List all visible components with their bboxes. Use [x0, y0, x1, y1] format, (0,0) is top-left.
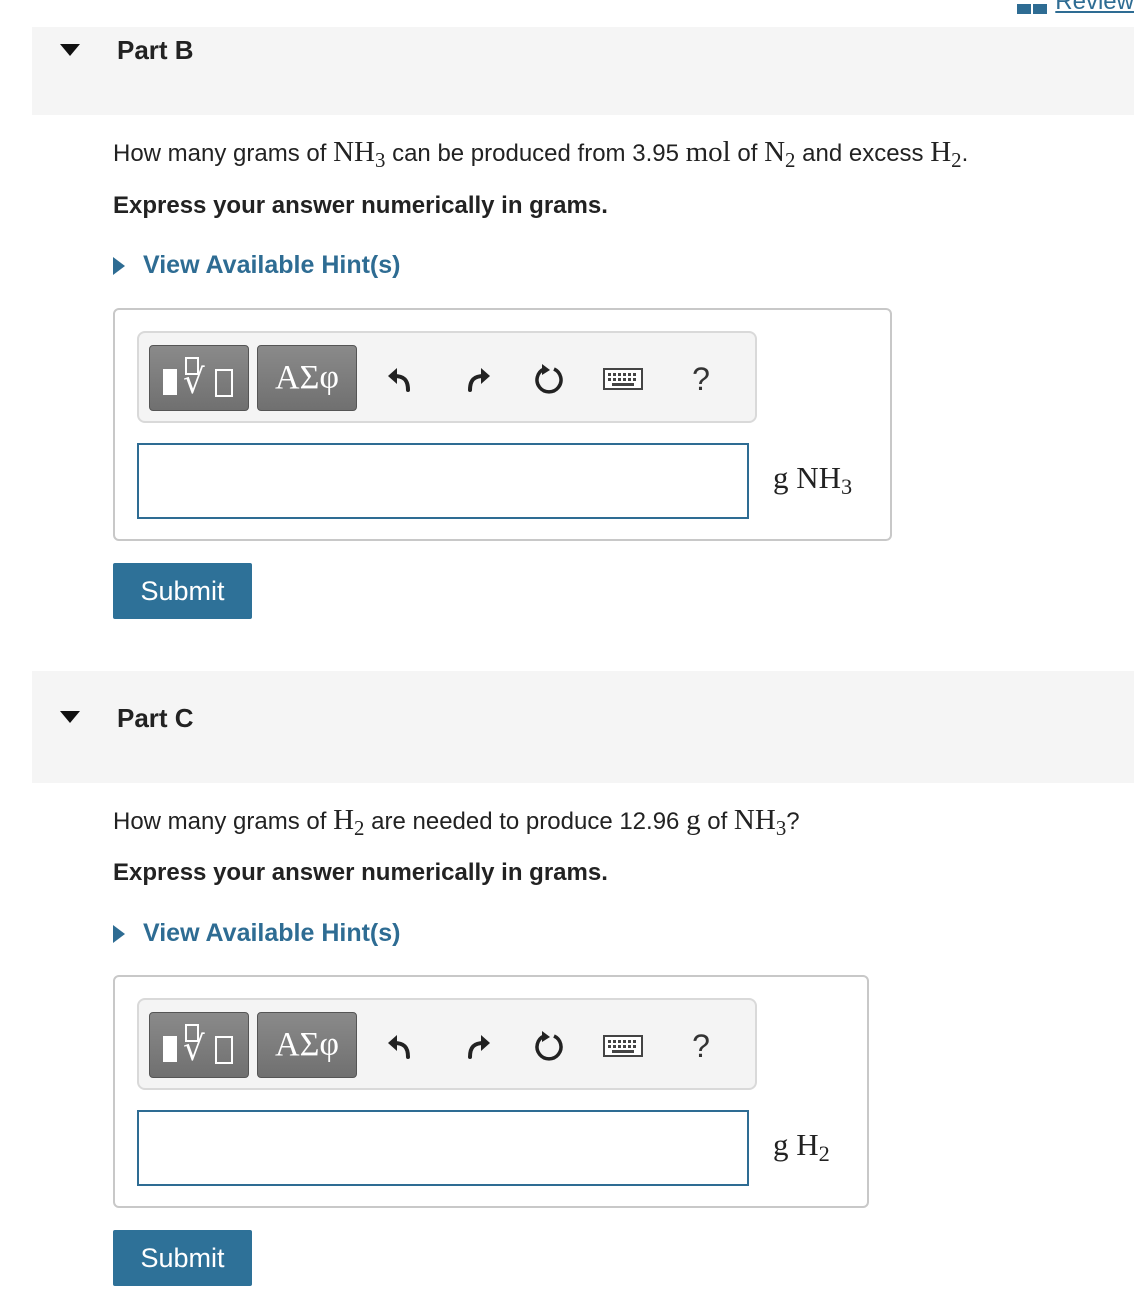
collapse-caret-icon[interactable] — [60, 711, 80, 723]
answer-input[interactable] — [137, 443, 749, 519]
undo-icon[interactable] — [381, 357, 421, 401]
unit-label: g NH3 — [773, 460, 853, 500]
part-c-question: How many grams of H2 are needed to produ… — [113, 804, 800, 840]
undo-icon[interactable] — [381, 1024, 421, 1068]
greek-symbols-button[interactable]: ΑΣφ — [257, 1012, 357, 1078]
reset-icon[interactable] — [529, 357, 569, 401]
part-b-hint-toggle[interactable]: View Available Hint(s) — [113, 251, 400, 280]
part-c-hint-toggle[interactable]: View Available Hint(s) — [113, 919, 400, 948]
submit-button[interactable]: Submit — [113, 563, 252, 619]
hint-link[interactable]: View Available Hint(s) — [143, 919, 400, 948]
math-toolbar: √ ΑΣφ ? — [137, 331, 757, 423]
answer-input[interactable] — [137, 1110, 749, 1186]
part-b-question: How many grams of NH3 can be produced fr… — [113, 136, 969, 172]
greek-symbols-button[interactable]: ΑΣφ — [257, 345, 357, 411]
part-c-answer-box: √ ΑΣφ ? g H2 — [113, 975, 869, 1208]
templates-button[interactable]: √ — [149, 345, 249, 411]
submit-button[interactable]: Submit — [113, 1230, 252, 1286]
help-button[interactable]: ? — [681, 1024, 721, 1068]
math-toolbar: √ ΑΣφ ? — [137, 998, 757, 1090]
expand-triangle-icon — [113, 256, 125, 275]
reset-icon[interactable] — [529, 1024, 569, 1068]
part-b-answer-box: √ ΑΣφ ? g NH3 — [113, 308, 892, 541]
part-c-instruction: Express your answer numerically in grams… — [113, 859, 608, 886]
templates-icon: √ — [159, 1020, 239, 1070]
unit-label: g H2 — [773, 1127, 830, 1167]
keyboard-icon[interactable] — [601, 357, 645, 401]
review-link-area[interactable]: Review — [1017, 0, 1134, 14]
keyboard-icon[interactable] — [601, 1024, 645, 1068]
redo-icon[interactable] — [457, 357, 497, 401]
book-icon — [1017, 4, 1048, 14]
help-button[interactable]: ? — [681, 357, 721, 401]
collapse-caret-icon[interactable] — [60, 44, 80, 56]
templates-icon: √ — [159, 353, 239, 403]
part-b-instruction: Express your answer numerically in grams… — [113, 192, 608, 219]
expand-triangle-icon — [113, 924, 125, 943]
part-b-header[interactable] — [32, 27, 1134, 115]
templates-button[interactable]: √ — [149, 1012, 249, 1078]
hint-link[interactable]: View Available Hint(s) — [143, 251, 400, 280]
part-b-title: Part B — [117, 35, 194, 65]
redo-icon[interactable] — [457, 1024, 497, 1068]
part-c-header[interactable] — [32, 671, 1134, 783]
review-link[interactable]: Review — [1055, 0, 1134, 14]
part-c-title: Part C — [117, 703, 194, 733]
